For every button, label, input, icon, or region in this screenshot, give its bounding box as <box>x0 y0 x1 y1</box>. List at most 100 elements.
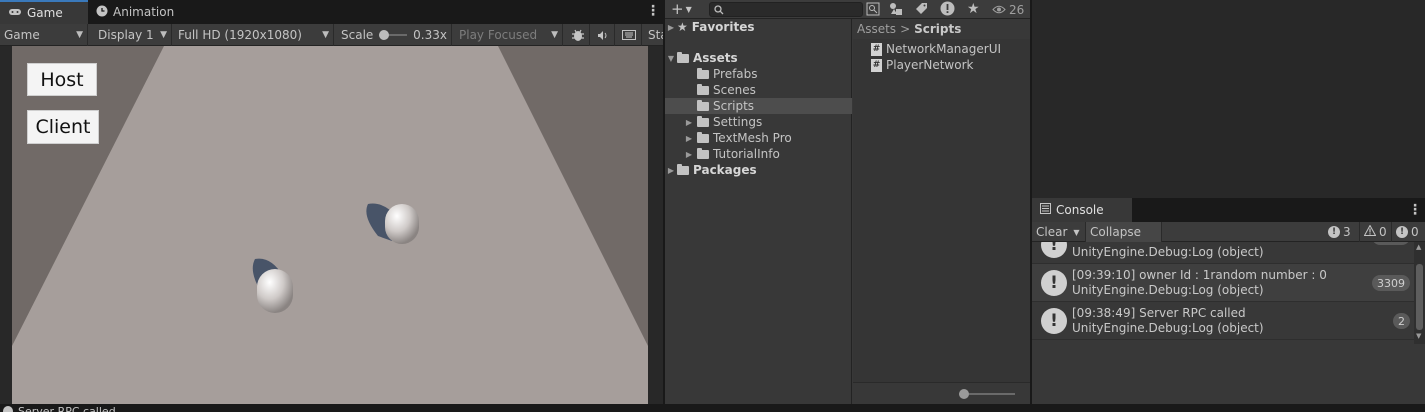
tree-item-settings[interactable]: ▶ Settings <box>665 114 852 130</box>
speaker-icon[interactable] <box>591 24 615 46</box>
display-dropdown[interactable]: Display 1 ▼ <box>92 24 172 46</box>
game-menu-kebab-icon[interactable]: ⋮ <box>646 3 660 19</box>
file-name: NetworkManagerUI <box>886 42 1002 56</box>
stats-button[interactable]: Sta <box>644 24 663 46</box>
log-line2: UnityEngine.Debug:Log (object) <box>1072 245 1264 259</box>
status-bar: Server RPC called <box>0 404 1425 412</box>
console-icon <box>1040 203 1051 217</box>
caret-right-icon: ▶ <box>667 22 675 32</box>
console-menu-kebab-icon[interactable]: ⋮ <box>1408 202 1422 218</box>
view-mode-dropdown[interactable]: Game ▼ <box>0 24 88 46</box>
tree-item-prefabs[interactable]: Prefabs <box>665 66 852 82</box>
play-mode-dropdown[interactable]: Play Focused ▼ <box>455 24 563 46</box>
folder-icon <box>697 147 709 159</box>
scale-slider-handle[interactable] <box>379 30 390 40</box>
warning-filter-toggle[interactable]: 0 <box>1360 222 1392 242</box>
breadcrumb-separator: > <box>900 22 911 36</box>
search-icon <box>714 4 724 18</box>
hidden-packages-toggle[interactable]: 26 <box>992 0 1024 19</box>
scale-label: Scale <box>341 28 374 42</box>
scroll-up-icon[interactable]: ▲ <box>1416 243 1421 251</box>
keyboard-icon[interactable] <box>616 24 642 46</box>
tree-item-scripts[interactable]: Scripts <box>665 98 852 114</box>
tag-icon[interactable] <box>915 2 928 18</box>
tab-game[interactable]: Game <box>0 0 88 24</box>
file-item[interactable]: # NetworkManagerUI <box>871 41 1001 57</box>
tree-item-label: Settings <box>713 115 763 129</box>
console-scrollbar[interactable]: ▲ ▼ <box>1414 242 1425 344</box>
project-panel: + ▼ ★ 26 ▶ ★ Favorites ▼ Assets Prefabs … <box>665 0 1030 404</box>
tree-item-label: Assets <box>693 51 738 65</box>
warning-icon <box>1363 224 1377 239</box>
info-icon: ! <box>1041 270 1067 296</box>
client-button[interactable]: Client <box>27 110 99 144</box>
tree-item-label: Scenes <box>713 83 756 97</box>
tab-animation[interactable]: Animation <box>88 0 188 24</box>
game-viewport[interactable]: Host Client <box>12 46 648 404</box>
tree-item-label: Scripts <box>713 99 755 113</box>
caret-right-icon: ▶ <box>685 133 693 143</box>
error-filter-toggle[interactable]: ! 0 <box>1392 222 1425 242</box>
tab-animation-label: Animation <box>113 5 175 19</box>
resolution-dropdown[interactable]: Full HD (1920x1080) ▼ <box>174 24 334 46</box>
caret-down-icon: ▼ <box>667 53 675 63</box>
chevron-down-icon: ▼ <box>76 30 83 40</box>
tree-item-packages[interactable]: ▶ Packages <box>665 162 852 178</box>
tree-item-tutorialinfo[interactable]: ▶ TutorialInfo <box>665 146 852 162</box>
folder-icon <box>677 163 689 175</box>
create-dropdown[interactable]: + ▼ <box>671 0 692 19</box>
bug-icon[interactable] <box>566 24 590 46</box>
info-icon: ! <box>1041 242 1067 258</box>
scene-render <box>12 46 648 404</box>
tree-item-label: TextMesh Pro <box>713 131 792 145</box>
clock-icon <box>96 5 108 20</box>
log-entry[interactable]: ! [09:39:10] owner Id : 1random number :… <box>1032 264 1414 302</box>
favorite-star-icon[interactable]: ★ <box>967 1 980 17</box>
tree-item-label: TutorialInfo <box>713 147 780 161</box>
empty-panel <box>1032 0 1425 198</box>
search-by-type-icon[interactable] <box>866 2 880 19</box>
play-mode-value: Play Focused <box>459 28 538 42</box>
project-toolbar: + ▼ ★ 26 <box>665 0 1030 19</box>
file-item[interactable]: # PlayerNetwork <box>871 57 973 73</box>
breadcrumb-root[interactable]: Assets <box>857 22 896 36</box>
icon-size-slider[interactable] <box>959 389 1015 399</box>
csharp-script-icon: # <box>871 58 882 72</box>
host-button[interactable]: Host <box>27 63 97 96</box>
chevron-down-icon: ▼ <box>551 30 558 40</box>
resolution-value: Full HD (1920x1080) <box>178 28 302 42</box>
unity-editor: Game Animation ⋮ Game ▼ Display 1 ▼ Full… <box>0 0 1425 412</box>
info-filter-toggle[interactable]: ! 3 <box>1324 222 1360 242</box>
scale-slider[interactable] <box>379 30 408 40</box>
log-level-icon[interactable] <box>940 1 955 19</box>
star-icon: ★ <box>677 20 688 34</box>
tab-console[interactable]: Console <box>1032 198 1132 222</box>
tab-game-label: Game <box>27 6 63 20</box>
collapse-toggle[interactable]: Collapse <box>1086 222 1162 242</box>
tree-item-assets[interactable]: ▼ Assets <box>665 50 852 66</box>
search-input[interactable] <box>709 2 863 17</box>
tree-item-textmesh-pro[interactable]: ▶ TextMesh Pro <box>665 130 852 146</box>
tree-item-favorites[interactable]: ▶ ★ Favorites <box>665 19 852 35</box>
clear-dropdown[interactable]: Clear ▼ <box>1032 222 1086 242</box>
log-line2: UnityEngine.Debug:Log (object) <box>1072 283 1264 297</box>
scroll-down-icon[interactable]: ▼ <box>1416 332 1421 340</box>
log-entry[interactable]: ! UnityEngine.Debug:Log (object) 3973 <box>1032 242 1414 264</box>
search-by-label-icon[interactable] <box>889 2 903 19</box>
hidden-count: 26 <box>1009 2 1025 17</box>
status-message[interactable]: Server RPC called <box>18 404 116 412</box>
log-list[interactable]: ! UnityEngine.Debug:Log (object) 3973 ! … <box>1032 242 1414 344</box>
game-panel: Game Animation ⋮ Game ▼ Display 1 ▼ Full… <box>0 0 663 404</box>
scroll-thumb[interactable] <box>1416 264 1423 330</box>
info-icon: ! <box>1041 308 1067 334</box>
info-icon: ! <box>1328 226 1340 238</box>
tab-console-label: Console <box>1056 203 1104 217</box>
tree-item-scenes[interactable]: Scenes <box>665 82 852 98</box>
clear-button[interactable]: Clear <box>1036 225 1067 239</box>
folder-icon <box>697 131 709 143</box>
breadcrumb-current[interactable]: Scripts <box>914 22 961 36</box>
log-count-badge: 3973 <box>1372 242 1410 245</box>
csharp-script-icon: # <box>871 42 882 56</box>
log-entry[interactable]: ! [09:38:49] Server RPC called UnityEngi… <box>1032 302 1414 340</box>
icon-size-slider-handle[interactable] <box>959 389 969 399</box>
